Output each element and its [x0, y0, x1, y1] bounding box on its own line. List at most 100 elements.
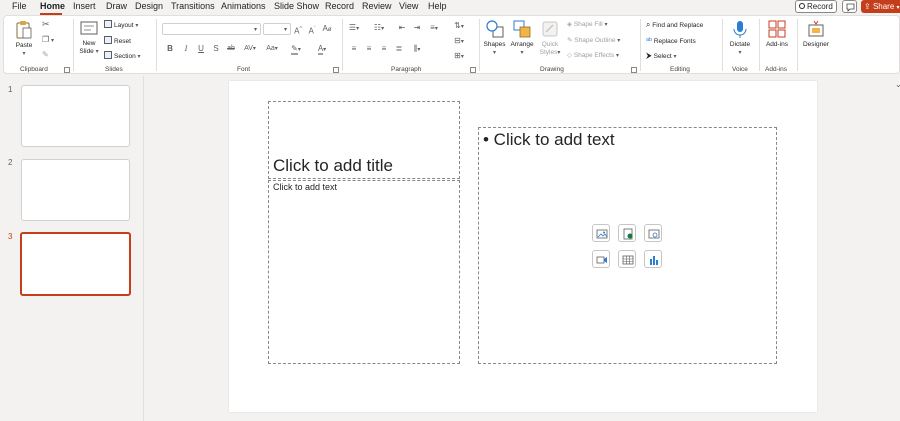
- tab-design[interactable]: Design: [135, 1, 163, 12]
- shadow-icon[interactable]: S: [211, 44, 221, 54]
- format-painter-button[interactable]: ✎: [42, 50, 49, 60]
- chevron-down-icon: ▾: [95, 49, 99, 55]
- microphone-icon: [733, 21, 747, 38]
- text-placeholder[interactable]: Click to add text: [268, 180, 460, 364]
- arrange-button[interactable]: Arrange ▾: [508, 19, 536, 57]
- record-button[interactable]: Record: [795, 0, 837, 13]
- paragraph-launcher-icon[interactable]: [470, 67, 476, 73]
- slide-thumbnail-1[interactable]: [21, 85, 130, 147]
- shape-effects-button[interactable]: ◇ Shape Effects ▾: [567, 51, 619, 61]
- insert-picture-button[interactable]: [592, 224, 610, 242]
- copy-button[interactable]: ❐ ▾: [42, 35, 54, 46]
- quick-styles-icon: [542, 21, 558, 37]
- tab-review[interactable]: Review: [362, 1, 392, 12]
- text-direction-icon[interactable]: ⇅▾: [452, 21, 466, 32]
- increase-indent-icon[interactable]: ⇥: [412, 23, 422, 33]
- insert-chart-button[interactable]: [644, 250, 662, 268]
- layout-button[interactable]: Layout ▾: [104, 20, 138, 31]
- add-ins-group-label: Add-ins: [765, 66, 788, 73]
- drawing-launcher-icon[interactable]: [631, 67, 637, 73]
- add-ins-button[interactable]: Add-ins: [762, 19, 792, 49]
- video-icon: [596, 256, 607, 264]
- tab-view[interactable]: View: [399, 1, 418, 12]
- shape-fill-button[interactable]: ◈ Shape Fill ▾: [567, 20, 608, 30]
- insert-stock-images-button[interactable]: [618, 224, 636, 242]
- designer-button[interactable]: Designer: [800, 19, 832, 49]
- tab-insert[interactable]: Insert: [73, 1, 96, 12]
- dictate-label: Dictate: [729, 41, 751, 48]
- font-color-icon[interactable]: A▾: [314, 44, 330, 55]
- justify-icon[interactable]: ≣: [394, 44, 404, 54]
- align-center-icon[interactable]: ≡: [364, 44, 374, 54]
- chart-icon: [650, 256, 658, 265]
- section-button[interactable]: Section ▾: [104, 51, 141, 62]
- tab-slide-show[interactable]: Slide Show: [274, 1, 319, 12]
- chevron-down-icon: ▾: [253, 27, 257, 33]
- chevron-down-icon: ▾: [617, 38, 621, 44]
- find-replace-button[interactable]: ⌕ Find and Replace: [646, 20, 703, 30]
- paste-label: Paste: [15, 42, 33, 49]
- scissors-icon: ✂: [42, 19, 50, 29]
- align-text-icon[interactable]: ⊟▾: [452, 36, 466, 47]
- bold-icon[interactable]: B: [165, 44, 175, 54]
- font-size-dropdown[interactable]: ▾: [263, 23, 291, 35]
- align-right-icon[interactable]: ≡: [379, 44, 389, 54]
- comments-button[interactable]: [842, 0, 857, 13]
- change-case-icon[interactable]: Aa▾: [264, 44, 280, 54]
- increase-font-size-icon[interactable]: A^: [293, 24, 303, 37]
- ribbon-collapse-chevron-icon[interactable]: ⌄: [895, 80, 900, 89]
- decrease-indent-icon[interactable]: ⇤: [397, 23, 407, 33]
- shape-outline-button[interactable]: ✎ Shape Outline ▾: [567, 36, 620, 46]
- shapes-button[interactable]: Shapes ▾: [482, 19, 507, 57]
- reset-icon: [104, 36, 112, 44]
- decrease-font-size-icon[interactable]: Aˇ: [307, 24, 317, 37]
- font-name-dropdown[interactable]: ▾: [162, 23, 261, 35]
- line-spacing-icon[interactable]: ≡▾: [427, 23, 441, 34]
- quick-styles-button[interactable]: Quick Styles▾: [537, 19, 563, 57]
- bullets-icon[interactable]: ☰▾: [347, 23, 361, 34]
- strikethrough-icon[interactable]: ab: [226, 44, 236, 54]
- replace-fonts-button[interactable]: ᵃᵇ Replace Fonts: [646, 36, 696, 46]
- character-spacing-icon[interactable]: AV▾: [242, 44, 258, 54]
- tab-file[interactable]: File: [12, 1, 27, 12]
- smartart-icon[interactable]: ⊞▾: [452, 51, 466, 62]
- clipboard-launcher-icon[interactable]: [64, 67, 70, 73]
- insert-table-button[interactable]: [618, 250, 636, 268]
- font-launcher-icon[interactable]: [333, 67, 339, 73]
- tab-record[interactable]: Record: [325, 1, 354, 12]
- slide-canvas[interactable]: Click to add title Click to add text • C…: [229, 81, 817, 412]
- insert-video-button[interactable]: [592, 250, 610, 268]
- powerpoint-window: File Home Insert Draw Design Transitions…: [0, 0, 900, 421]
- tab-transitions[interactable]: Transitions: [171, 1, 215, 12]
- columns-icon[interactable]: ⫼▾: [410, 44, 424, 55]
- tab-home[interactable]: Home: [40, 1, 65, 12]
- tab-animations[interactable]: Animations: [221, 1, 266, 12]
- highlight-color-icon[interactable]: ✎▾: [288, 44, 304, 55]
- tab-help[interactable]: Help: [428, 1, 447, 12]
- title-placeholder[interactable]: Click to add title: [268, 101, 460, 179]
- pane-divider[interactable]: [143, 76, 144, 421]
- paste-button[interactable]: Paste ▾: [13, 20, 35, 58]
- content-placeholder[interactable]: • Click to add text: [478, 127, 777, 364]
- share-button[interactable]: ⇪ Share ▾: [861, 0, 900, 13]
- italic-icon[interactable]: I: [181, 44, 191, 54]
- numbering-icon[interactable]: ☷▾: [372, 23, 386, 34]
- chevron-down-icon: ▾: [492, 50, 496, 56]
- new-slide-label-1: New: [82, 40, 96, 47]
- clear-formatting-icon[interactable]: Aø: [322, 24, 332, 35]
- align-left-icon[interactable]: ≡: [349, 44, 359, 54]
- insert-online-pictures-button[interactable]: [644, 224, 662, 242]
- slide-thumbnail-3[interactable]: [20, 232, 131, 296]
- editing-group-label: Editing: [670, 66, 690, 73]
- reset-button[interactable]: Reset: [104, 36, 131, 46]
- cut-button[interactable]: ✂: [42, 20, 50, 30]
- slide-number: 1: [8, 85, 13, 94]
- slide-thumbnail-2[interactable]: [21, 159, 130, 221]
- dictate-button[interactable]: Dictate ▾: [726, 19, 754, 57]
- tab-draw[interactable]: Draw: [106, 1, 127, 12]
- new-slide-button[interactable]: New Slide ▾: [76, 20, 102, 56]
- title-placeholder-text: Click to add title: [273, 156, 393, 175]
- group-separator: [722, 19, 723, 71]
- select-button[interactable]: ⮞ Select ▾: [646, 51, 677, 62]
- underline-icon[interactable]: U: [196, 44, 206, 54]
